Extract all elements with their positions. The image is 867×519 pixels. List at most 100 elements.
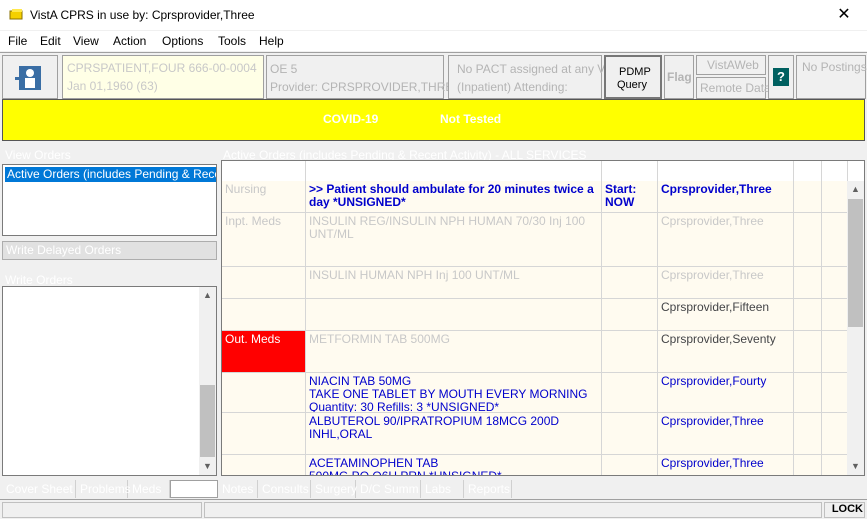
tab-meds[interactable]: Meds: [128, 480, 170, 498]
order-service-cell: [222, 267, 306, 298]
scroll-up-icon[interactable]: ▲: [847, 181, 864, 198]
order-nurse-cell: [794, 373, 822, 412]
order-row[interactable]: NIACIN TAB 50MG TAKE ONE TABLET BY MOUTH…: [222, 373, 848, 413]
order-row[interactable]: Nursing >> Patient should ambulate for 20…: [222, 181, 848, 213]
order-start-cell: [602, 331, 658, 372]
order-start-cell: [602, 373, 658, 412]
scroll-down-icon[interactable]: ▼: [847, 458, 864, 475]
tab-cover-sheet[interactable]: Cover Sheet: [2, 480, 76, 498]
close-window-button[interactable]: ✕: [821, 0, 867, 30]
menu-edit[interactable]: Edit: [40, 34, 61, 48]
order-provider-cell: Cprsprovider,Three: [658, 267, 794, 298]
tab-surgery[interactable]: Surgery: [311, 480, 357, 498]
menu-file[interactable]: File: [8, 34, 27, 48]
status-pane: [204, 502, 822, 518]
remote-data-label: Remote Data: [700, 81, 771, 95]
remote-data-button[interactable]: Remote Data: [696, 77, 771, 99]
patient-name: CPRSPATIENT,FOUR 666-00-0004: [67, 61, 257, 75]
cprs-app-icon: [9, 9, 23, 20]
orders-grid[interactable]: Nursing >> Patient should ambulate for 20…: [221, 160, 865, 476]
order-row[interactable]: ALBUTEROL 90/IPRATROPIUM 18MCG 200D INHL…: [222, 413, 848, 455]
lock-indicator: LOCK: [831, 503, 863, 515]
order-text-cell: NIACIN TAB 50MG TAKE ONE TABLET BY MOUTH…: [306, 373, 602, 412]
orders-scrollbar[interactable]: ▲ ▼: [847, 181, 864, 475]
order-row[interactable]: Cprsprovider,Fifteen: [222, 299, 848, 331]
order-clerk-cell: [822, 373, 848, 412]
menu-action[interactable]: Action: [113, 34, 146, 48]
covid-label: COVID-19: [323, 112, 379, 126]
order-row[interactable]: INSULIN HUMAN NPH Inj 100 UNT/ML Cprsprov…: [222, 267, 848, 299]
pdmp-label: PDMP: [619, 66, 651, 78]
tab-labs[interactable]: Labs: [421, 480, 464, 498]
scroll-up-icon[interactable]: ▲: [199, 287, 216, 304]
order-service-cell: [222, 373, 306, 412]
flag-button[interactable]: Flag: [664, 55, 694, 99]
patient-header: CPRSPATIENT,FOUR 666-00-0004 Jan 01,1960…: [0, 52, 867, 99]
tab-d-c-summ[interactable]: D/C Summ: [356, 480, 421, 498]
cprs-window: VistA CPRS in use by: Cprsprovider,Three…: [0, 0, 867, 519]
write-orders-list[interactable]: ▲ ▼: [2, 286, 217, 476]
scroll-down-icon[interactable]: ▼: [199, 458, 216, 475]
patient-info-panel[interactable]: CPRSPATIENT,FOUR 666-00-0004 Jan 01,1960…: [62, 55, 264, 99]
order-nurse-cell: [794, 455, 822, 475]
menu-help[interactable]: Help: [259, 34, 284, 48]
covid-banner[interactable]: COVID-19 Not Tested: [2, 99, 865, 141]
order-provider-cell: Cprsprovider,Seventy: [658, 331, 794, 372]
postings-button[interactable]: No Postings: [796, 55, 867, 99]
window-title: VistA CPRS in use by: Cprsprovider,Three: [30, 8, 255, 22]
scroll-thumb[interactable]: [848, 199, 863, 327]
vistaweb-button[interactable]: VistAWeb: [696, 55, 766, 75]
grid-header-cell[interactable]: [306, 161, 602, 181]
write-delayed-orders-button[interactable]: Write Delayed Orders: [2, 241, 217, 260]
grid-header-cell[interactable]: [794, 161, 822, 181]
order-text-cell: INSULIN HUMAN NPH Inj 100 UNT/ML: [306, 267, 602, 298]
order-row[interactable]: Inpt. Meds INSULIN REG/INSULIN NPH HUMAN …: [222, 213, 848, 267]
order-row[interactable]: Out. Meds METFORMIN TAB 500MG Cprsprovider…: [222, 331, 848, 373]
write-orders-label: Write Orders: [5, 273, 73, 287]
query-label: Query: [617, 79, 647, 91]
order-service-cell: [222, 299, 306, 330]
tab-problems[interactable]: Problems: [76, 480, 131, 498]
patient-select-button[interactable]: [2, 55, 58, 99]
order-clerk-cell: [822, 213, 848, 266]
tab-reports[interactable]: Reports: [464, 480, 512, 498]
scroll-thumb[interactable]: [200, 385, 215, 457]
patient-dob: Jan 01,1960 (63): [67, 79, 158, 93]
view-orders-label: View Orders: [5, 148, 71, 162]
grid-header-cell[interactable]: [222, 161, 306, 181]
grid-header-cell[interactable]: [602, 161, 658, 181]
grid-header-cell[interactable]: [822, 161, 848, 181]
order-nurse-cell: [794, 267, 822, 298]
menu-view[interactable]: View: [73, 34, 99, 48]
order-provider-cell: Cprsprovider,Three: [658, 413, 794, 454]
menu-tools[interactable]: Tools: [218, 34, 246, 48]
order-text-cell: INSULIN REG/INSULIN NPH HUMAN 70/30 Inj …: [306, 213, 602, 266]
pdmp-query-button[interactable]: PDMP Query: [604, 55, 662, 99]
view-orders-list[interactable]: Active Orders (includes Pending & Recent…: [2, 164, 217, 236]
help-icon: ?: [773, 68, 789, 86]
order-start-cell: Start: NOW: [602, 181, 658, 212]
tab-orders[interactable]: Orders: [170, 480, 218, 498]
menu-options[interactable]: Options: [162, 34, 203, 48]
status-bar: LOCK: [0, 499, 867, 519]
order-text-cell: >> Patient should ambulate for 20 minute…: [306, 181, 602, 212]
order-nurse-cell: [794, 181, 822, 212]
order-row[interactable]: ACETAMINOPHEN TAB 500MG PO Q6H PRN *UNSI…: [222, 455, 848, 475]
help-button[interactable]: ?: [768, 55, 794, 99]
view-orders-selected-item[interactable]: Active Orders (includes Pending & Recent…: [5, 167, 216, 182]
tab-notes[interactable]: Notes: [218, 480, 258, 498]
order-provider-cell: Cprsprovider,Three: [658, 455, 794, 475]
chart-tabs: Cover Sheet Problems Meds Orders Notes Consul…: [2, 480, 865, 498]
order-clerk-cell: [822, 267, 848, 298]
order-text-cell: ACETAMINOPHEN TAB 500MG PO Q6H PRN *UNSI…: [306, 455, 602, 475]
encounter-provider-button[interactable]: OE 5 Provider: CPRSPROVIDER,THREE: [266, 55, 461, 99]
order-start-cell: [602, 455, 658, 475]
order-provider-cell: Cprsprovider,Fifteen: [658, 299, 794, 330]
order-start-cell: [602, 267, 658, 298]
tab-consults[interactable]: Consults: [258, 480, 311, 498]
menu-bar: File Edit View Action Options Tools Help: [0, 31, 867, 51]
write-orders-scrollbar[interactable]: ▲ ▼: [199, 287, 216, 475]
grid-header-cell[interactable]: [658, 161, 794, 181]
postings-label: No Postings: [802, 60, 867, 74]
pact-button[interactable]: No PACT assigned at any VA (Inpatient) A…: [448, 55, 612, 99]
